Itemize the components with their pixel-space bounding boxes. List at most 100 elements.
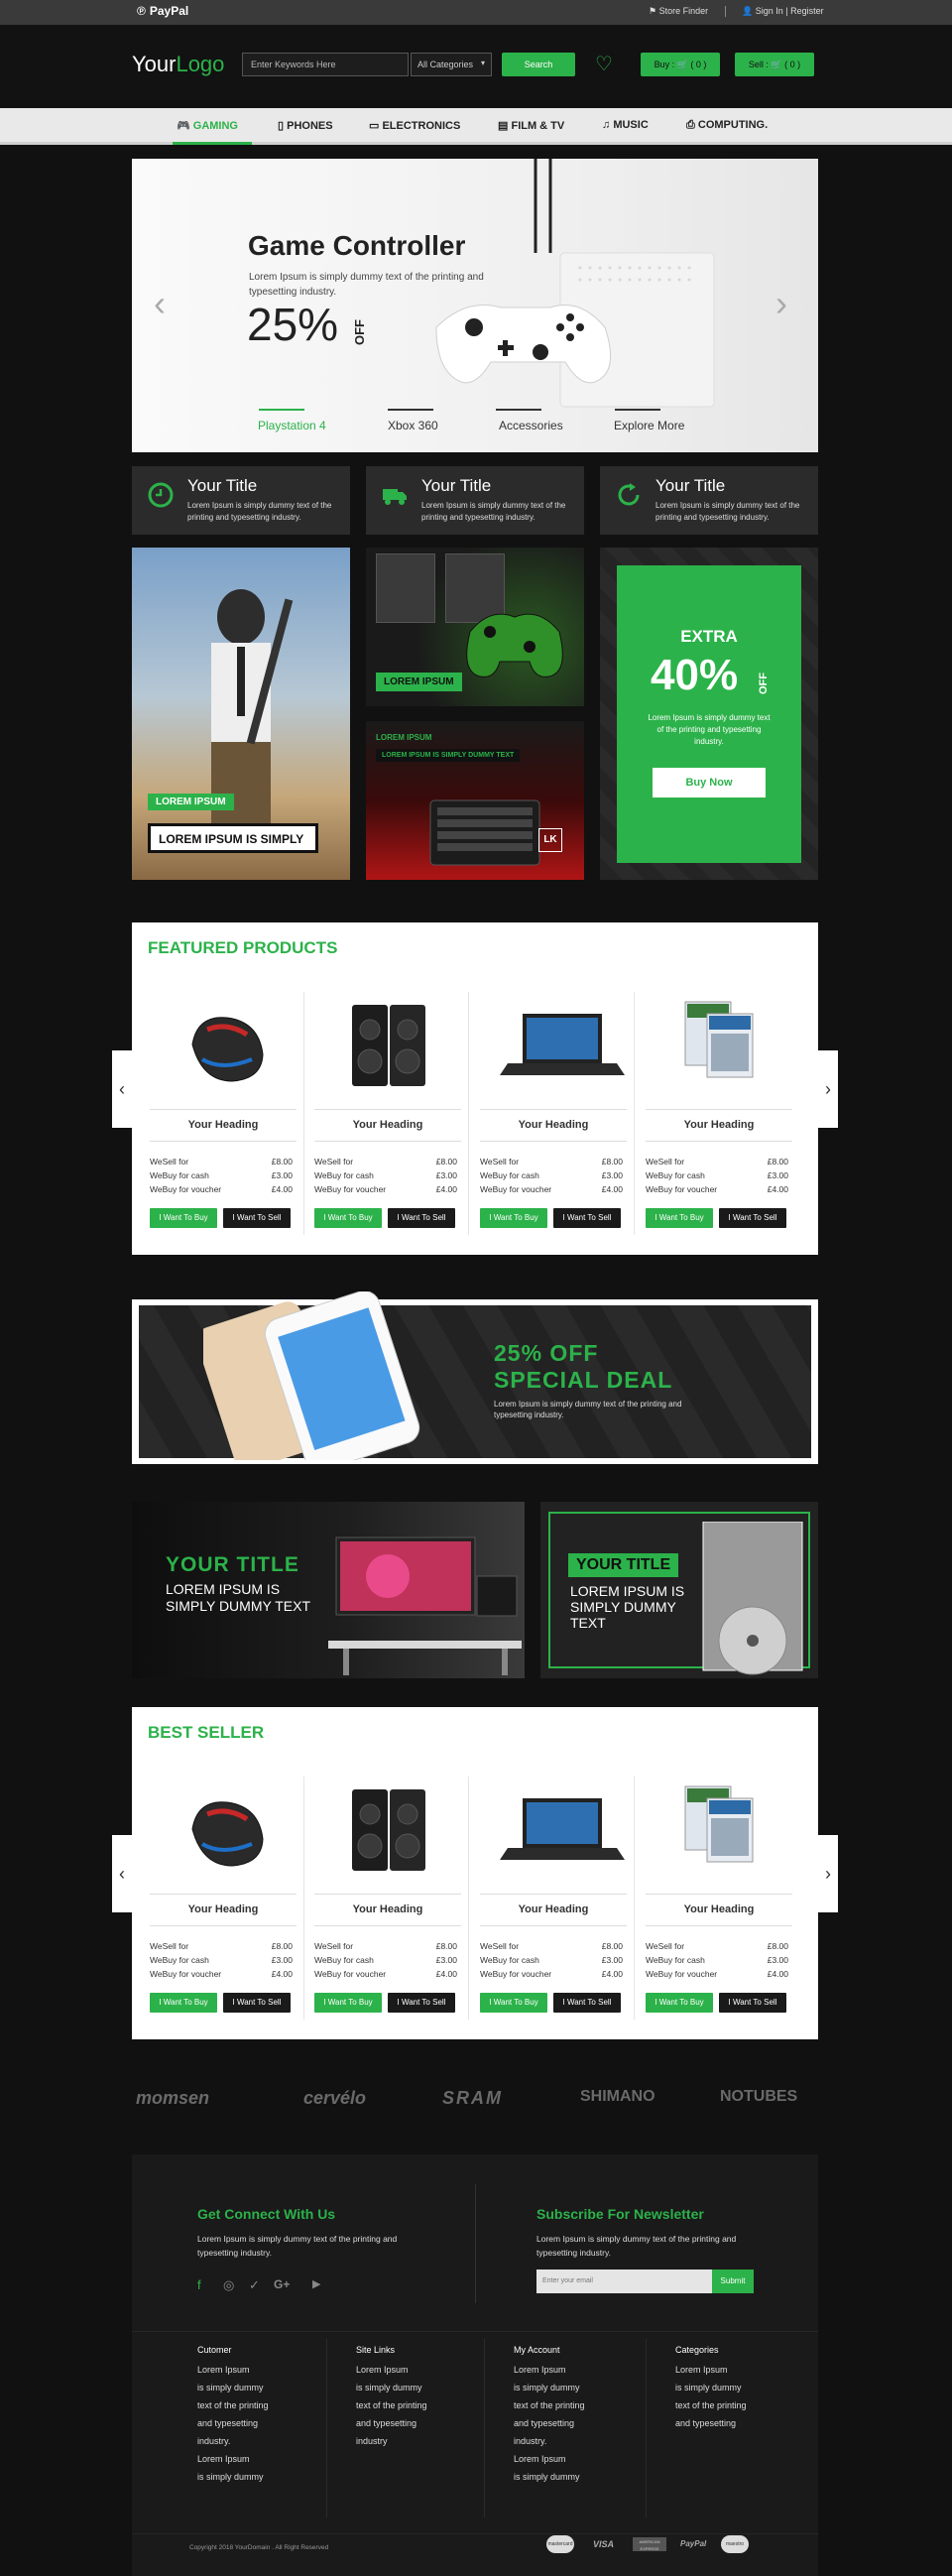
- hero-next-arrow-icon[interactable]: ›: [775, 283, 787, 324]
- promo-controller-card[interactable]: LOREM IPSUM: [366, 548, 584, 706]
- signin-link[interactable]: 👤 Sign In | Register: [742, 6, 824, 17]
- product-image[interactable]: [498, 1000, 627, 1094]
- sell-cart-button[interactable]: Sell : 🛒 ( 0 ): [735, 53, 814, 76]
- footer-link[interactable]: Lorem Ipsum: [197, 2450, 269, 2468]
- footer-link[interactable]: text of the printing: [514, 2396, 585, 2414]
- search-button[interactable]: Search: [502, 53, 575, 76]
- footer-link[interactable]: is simply dummy: [197, 2468, 269, 2486]
- hero-tab-explore[interactable]: Explore More: [614, 419, 684, 432]
- footer-link[interactable]: is simply dummy: [197, 2379, 269, 2396]
- brand-notubes[interactable]: NOTUBES: [720, 2088, 797, 2106]
- footer-link[interactable]: text of the printing: [675, 2396, 747, 2414]
- google-plus-icon[interactable]: G+: [274, 2277, 290, 2291]
- product-heading[interactable]: Your Heading: [314, 1119, 461, 1131]
- want-to-sell-button[interactable]: I Want To Sell: [388, 1993, 455, 2013]
- product-heading[interactable]: Your Heading: [480, 1903, 627, 1915]
- footer-link[interactable]: is simply dummy: [356, 2379, 427, 2396]
- product-heading[interactable]: Your Heading: [150, 1119, 297, 1131]
- product-image[interactable]: [498, 1784, 627, 1879]
- category-select[interactable]: All Categories ▾: [411, 53, 492, 76]
- promo-keyboard-card[interactable]: LOREM IPSUM LOREM IPSUM IS SIMPLY DUMMY …: [366, 721, 584, 880]
- paypal-logo[interactable]: ℗ PayPal: [137, 4, 192, 18]
- footer-link[interactable]: industry.: [197, 2432, 269, 2450]
- want-to-buy-button[interactable]: I Want To Buy: [314, 1993, 382, 2013]
- nav-item-phones[interactable]: ▯ PHONES: [278, 119, 333, 132]
- want-to-buy-button[interactable]: I Want To Buy: [314, 1208, 382, 1228]
- buy-now-button[interactable]: Buy Now: [653, 768, 766, 797]
- footer-link[interactable]: text of the printing: [197, 2396, 269, 2414]
- banner-witcher[interactable]: YOUR TITLE LOREM IPSUM IS SIMPLY DUMMY T…: [540, 1502, 818, 1678]
- footer-link[interactable]: Lorem Ipsum: [514, 2450, 585, 2468]
- footer-link[interactable]: and typesetting: [356, 2414, 427, 2432]
- twitter-icon[interactable]: ✓: [249, 2277, 260, 2293]
- wishlist-heart-icon[interactable]: ♡: [595, 52, 613, 76]
- footer-link[interactable]: Lorem Ipsum: [356, 2361, 427, 2379]
- product-image[interactable]: [663, 1784, 773, 1879]
- instagram-icon[interactable]: ◎: [223, 2277, 234, 2293]
- featured-prev-arrow-icon[interactable]: ‹: [112, 1050, 132, 1128]
- footer-link[interactable]: is simply dummy: [675, 2379, 747, 2396]
- product-heading[interactable]: Your Heading: [646, 1119, 792, 1131]
- footer-link[interactable]: and typesetting: [197, 2414, 269, 2432]
- footer-link[interactable]: is simply dummy: [514, 2468, 585, 2486]
- newsletter-email-input[interactable]: Enter your email: [536, 2269, 712, 2293]
- want-to-sell-button[interactable]: I Want To Sell: [719, 1993, 786, 2013]
- nav-item-film-tv[interactable]: ▤ FILM & TV: [498, 119, 564, 132]
- want-to-buy-button[interactable]: I Want To Buy: [480, 1208, 547, 1228]
- buy-cart-button[interactable]: Buy : 🛒 ( 0 ): [641, 53, 720, 76]
- brand-momsen[interactable]: momsen: [136, 2088, 209, 2109]
- footer-link[interactable]: industry.: [514, 2432, 585, 2450]
- hero-tab-accessories[interactable]: Accessories: [499, 419, 563, 432]
- deal-banner[interactable]: 25% OFF SPECIAL DEAL Lorem Ipsum is simp…: [139, 1291, 811, 1460]
- footer-link[interactable]: and typesetting: [514, 2414, 585, 2432]
- want-to-buy-button[interactable]: I Want To Buy: [150, 1208, 217, 1228]
- store-finder-link[interactable]: ⚑ Store Finder: [649, 6, 708, 17]
- hero-prev-arrow-icon[interactable]: ‹: [154, 283, 166, 324]
- banner-monitor[interactable]: YOUR TITLE LOREM IPSUM IS SIMPLY DUMMY T…: [132, 1502, 525, 1678]
- footer-link[interactable]: is simply dummy: [514, 2379, 585, 2396]
- want-to-buy-button[interactable]: I Want To Buy: [646, 1993, 713, 2013]
- nav-item-gaming[interactable]: 🎮 GAMING: [177, 119, 238, 132]
- footer-link[interactable]: industry: [356, 2432, 427, 2450]
- hero-tab-xbox[interactable]: Xbox 360: [388, 419, 438, 432]
- facebook-icon[interactable]: f: [197, 2277, 201, 2292]
- product-image[interactable]: [168, 1784, 277, 1879]
- bestseller-prev-arrow-icon[interactable]: ‹: [112, 1835, 132, 1912]
- want-to-sell-button[interactable]: I Want To Sell: [388, 1208, 455, 1228]
- nav-item-computing[interactable]: ⎙ COMPUTING.: [686, 119, 768, 132]
- product-heading[interactable]: Your Heading: [314, 1903, 461, 1915]
- newsletter-submit-button[interactable]: Submit: [712, 2269, 754, 2293]
- hero-tab-playstation[interactable]: Playstation 4: [258, 419, 326, 432]
- site-logo[interactable]: YourLogo: [132, 52, 224, 77]
- product-heading[interactable]: Your Heading: [150, 1903, 297, 1915]
- want-to-buy-button[interactable]: I Want To Buy: [150, 1993, 217, 2013]
- brand-sram[interactable]: SRAM: [442, 2088, 503, 2109]
- footer-link[interactable]: text of the printing: [356, 2396, 427, 2414]
- search-input[interactable]: Enter Keywords Here: [242, 53, 409, 76]
- bestseller-next-arrow-icon[interactable]: ›: [818, 1835, 838, 1912]
- footer-link[interactable]: Lorem Ipsum: [514, 2361, 585, 2379]
- footer-link[interactable]: Lorem Ipsum: [197, 2361, 269, 2379]
- want-to-sell-button[interactable]: I Want To Sell: [223, 1993, 291, 2013]
- youtube-icon[interactable]: ▶: [312, 2277, 320, 2290]
- product-image[interactable]: [663, 1000, 773, 1094]
- product-image[interactable]: [332, 1784, 441, 1879]
- want-to-sell-button[interactable]: I Want To Sell: [223, 1208, 291, 1228]
- promo-pubg-card[interactable]: LOREM IPSUM LOREM IPSUM IS SIMPLY: [132, 548, 350, 880]
- want-to-sell-button[interactable]: I Want To Sell: [719, 1208, 786, 1228]
- brand-shimano[interactable]: SHIMANO: [580, 2088, 655, 2106]
- product-heading[interactable]: Your Heading: [646, 1903, 792, 1915]
- brand-cervelo[interactable]: cervélo: [303, 2088, 366, 2109]
- product-heading[interactable]: Your Heading: [480, 1119, 627, 1131]
- footer-link[interactable]: and typesetting: [675, 2414, 747, 2432]
- nav-item-electronics[interactable]: ▭ ELECTRONICS: [369, 119, 460, 132]
- want-to-buy-button[interactable]: I Want To Buy: [480, 1993, 547, 2013]
- featured-next-arrow-icon[interactable]: ›: [818, 1050, 838, 1128]
- footer-link[interactable]: Lorem Ipsum: [675, 2361, 747, 2379]
- product-image[interactable]: [168, 1000, 277, 1094]
- want-to-sell-button[interactable]: I Want To Sell: [553, 1208, 621, 1228]
- want-to-sell-button[interactable]: I Want To Sell: [553, 1993, 621, 2013]
- want-to-buy-button[interactable]: I Want To Buy: [646, 1208, 713, 1228]
- nav-item-music[interactable]: ♫ MUSIC: [602, 119, 649, 131]
- product-image[interactable]: [332, 1000, 441, 1094]
